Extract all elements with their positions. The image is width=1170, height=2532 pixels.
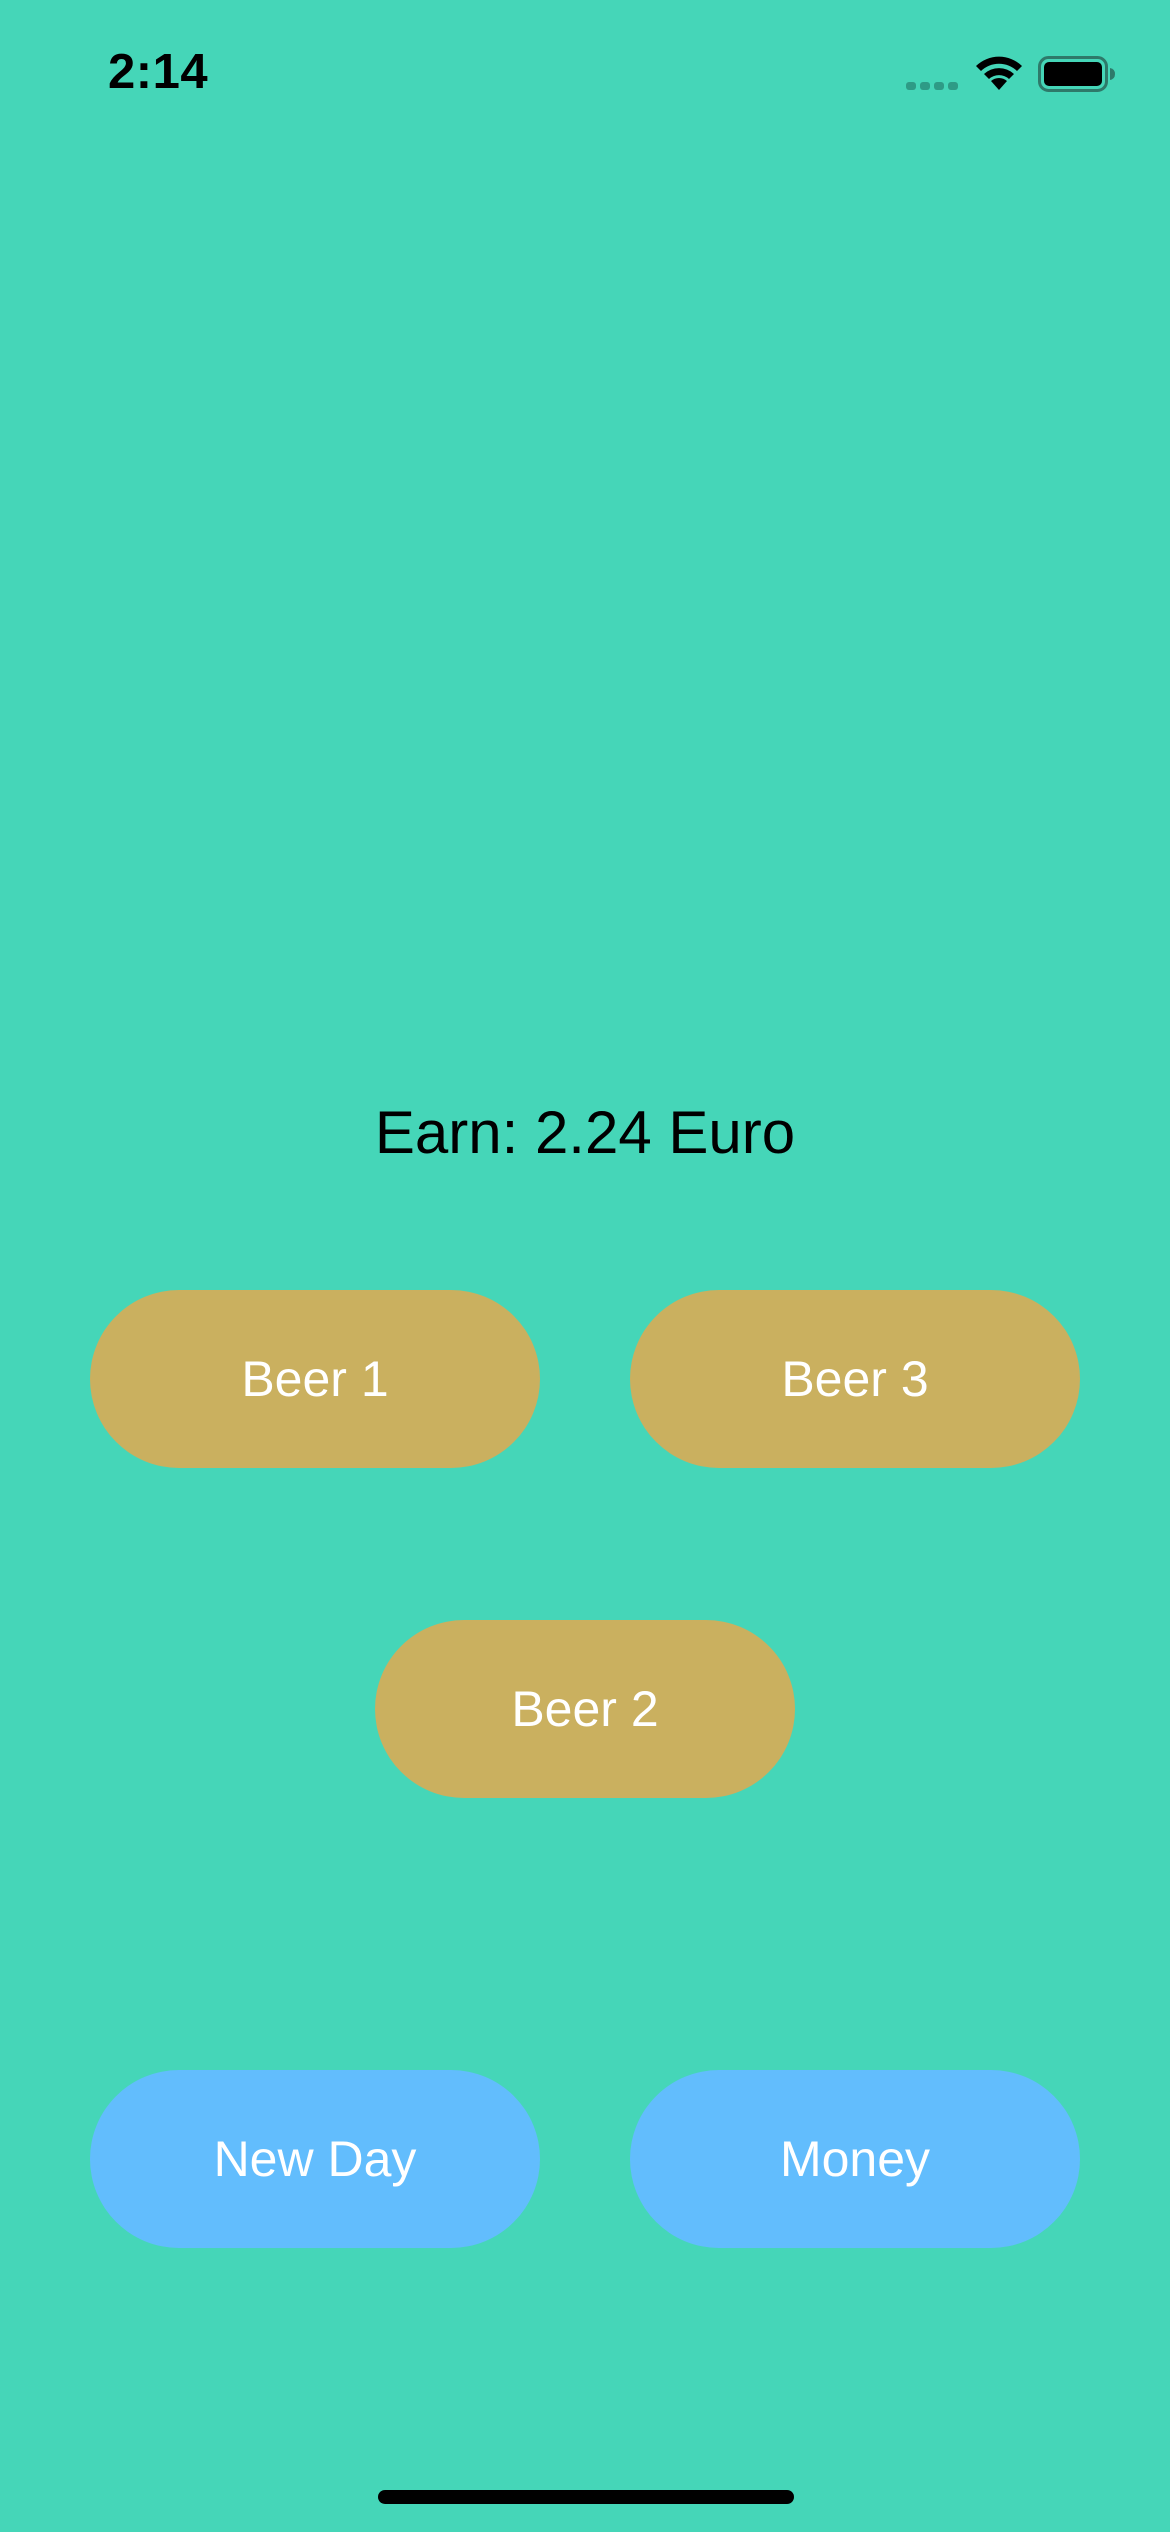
beer-3-button[interactable]: Beer 3 [630, 1290, 1080, 1468]
status-bar: 2:14 [0, 0, 1170, 150]
cellular-signal-icon [906, 82, 958, 90]
home-indicator[interactable] [378, 2490, 794, 2504]
battery-icon [1038, 56, 1115, 92]
earnings-label: Earn: 2.24 Euro [374, 1099, 796, 1166]
new-day-button[interactable]: New Day [90, 2070, 540, 2248]
beer-1-button[interactable]: Beer 1 [90, 1290, 540, 1468]
status-time: 2:14 [108, 45, 209, 99]
beer-2-button[interactable]: Beer 2 [375, 1620, 795, 1798]
wifi-icon [976, 56, 1022, 90]
money-button[interactable]: Money [630, 2070, 1080, 2248]
